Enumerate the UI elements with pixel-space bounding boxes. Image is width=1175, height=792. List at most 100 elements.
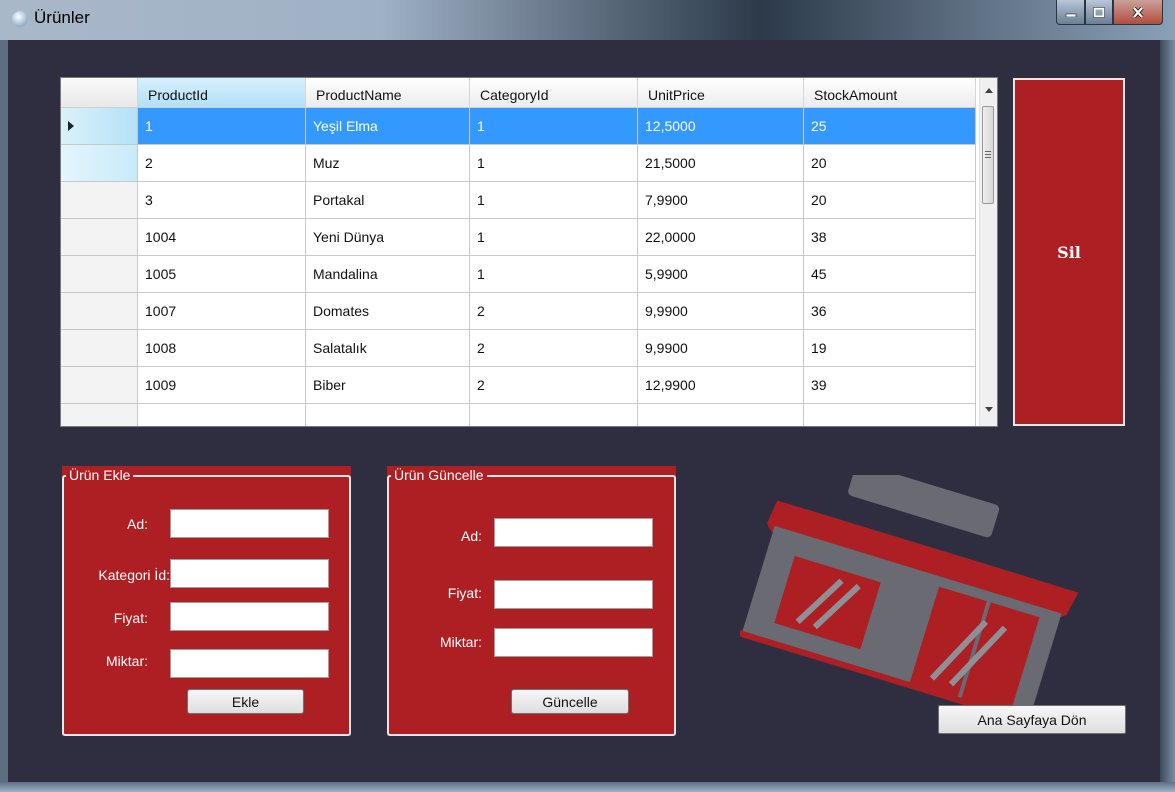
update-name-input[interactable] (494, 518, 653, 547)
table-cell[interactable]: 36 (804, 293, 976, 330)
table-cell[interactable]: Biber (306, 367, 470, 404)
scroll-grip-icon (985, 151, 991, 152)
row-header[interactable] (61, 145, 138, 182)
table-cell[interactable]: 1004 (138, 219, 306, 256)
table-cell[interactable]: 9,9900 (638, 330, 804, 367)
table-cell[interactable]: Domates (306, 293, 470, 330)
table-cell[interactable]: Portakal (306, 182, 470, 219)
table-cell[interactable]: 20 (804, 182, 976, 219)
table-cell[interactable]: 1 (138, 108, 306, 145)
column-header[interactable]: ProductId (138, 78, 306, 108)
table-cell[interactable]: 2 (138, 145, 306, 182)
store-icon (740, 475, 1079, 720)
table-cell[interactable]: 1009 (138, 367, 306, 404)
table-cell[interactable]: 1 (470, 145, 638, 182)
table-cell[interactable]: 2 (470, 330, 638, 367)
add-button[interactable]: Ekle (187, 689, 304, 714)
add-name-label: Ad: (126, 516, 148, 532)
maximize-button[interactable] (1085, 0, 1113, 25)
column-header[interactable]: ProductName (306, 78, 470, 108)
home-button[interactable]: Ana Sayfaya Dön (938, 705, 1126, 734)
table-cell[interactable]: 21,5000 (638, 145, 804, 182)
table-cell[interactable] (638, 404, 804, 426)
table-row[interactable]: 1005 Mandalina 1 5,9900 45 (61, 256, 976, 293)
add-product-legend: Ürün Ekle (66, 466, 134, 484)
table-cell[interactable]: 45 (804, 256, 976, 293)
row-header[interactable] (61, 108, 138, 145)
table-cell[interactable] (470, 404, 638, 426)
add-amount-label: Miktar: (106, 653, 148, 669)
table-cell[interactable]: 22,0000 (638, 219, 804, 256)
add-amount-input[interactable] (170, 649, 329, 678)
row-header[interactable] (61, 330, 138, 367)
row-header[interactable] (61, 256, 138, 293)
table-cell[interactable]: 39 (804, 367, 976, 404)
column-header[interactable]: StockAmount (804, 78, 976, 108)
column-header[interactable]: UnitPrice (638, 78, 804, 108)
scrollbar-thumb[interactable] (982, 106, 994, 204)
close-icon (1132, 6, 1144, 18)
grid-vertical-scrollbar[interactable] (979, 78, 997, 426)
table-cell[interactable] (804, 404, 976, 426)
add-price-label: Fiyat: (113, 610, 148, 626)
table-cell[interactable]: 38 (804, 219, 976, 256)
delete-button[interactable]: Sil (1013, 78, 1125, 426)
minimize-button[interactable] (1056, 0, 1085, 25)
table-cell[interactable]: 1 (470, 182, 638, 219)
products-grid[interactable]: ProductId ProductName CategoryId UnitPri… (60, 77, 998, 427)
table-cell[interactable]: 19 (804, 330, 976, 367)
table-row[interactable]: 3 Portakal 1 7,9900 20 (61, 182, 976, 219)
update-name-label: Ad: (460, 528, 482, 544)
row-header[interactable] (61, 182, 138, 219)
table-cell[interactable]: 1 (470, 219, 638, 256)
add-price-input[interactable] (170, 602, 329, 631)
table-cell[interactable]: 12,9900 (638, 367, 804, 404)
table-cell[interactable]: 20 (804, 145, 976, 182)
table-cell[interactable]: Salatalık (306, 330, 470, 367)
table-cell[interactable]: 25 (804, 108, 976, 145)
add-category-input[interactable] (170, 559, 329, 588)
grid-corner-header[interactable] (61, 78, 138, 108)
row-header[interactable] (61, 293, 138, 330)
table-cell[interactable]: Yeşil Elma (306, 108, 470, 145)
table-row[interactable]: 1004 Yeni Dünya 1 22,0000 38 (61, 219, 976, 256)
row-header[interactable] (61, 367, 138, 404)
table-cell[interactable]: 12,5000 (638, 108, 804, 145)
table-cell[interactable]: 3 (138, 182, 306, 219)
table-cell[interactable]: Mandalina (306, 256, 470, 293)
table-row[interactable]: 1009 Biber 2 12,9900 39 (61, 367, 976, 404)
scroll-down-arrow-icon[interactable] (985, 407, 993, 412)
close-button[interactable] (1113, 0, 1163, 25)
table-cell[interactable]: 1005 (138, 256, 306, 293)
table-cell[interactable]: 7,9900 (638, 182, 804, 219)
scroll-up-arrow-icon[interactable] (985, 88, 993, 93)
table-cell[interactable]: 2 (470, 293, 638, 330)
table-row[interactable]: 1 Yeşil Elma 1 12,5000 25 (61, 108, 976, 145)
table-row-partial[interactable] (61, 404, 976, 426)
table-cell[interactable]: 5,9900 (638, 256, 804, 293)
table-row[interactable]: 1008 Salatalık 2 9,9900 19 (61, 330, 976, 367)
table-cell[interactable]: Yeni Dünya (306, 219, 470, 256)
table-cell[interactable] (306, 404, 470, 426)
window-frame-right (1160, 40, 1175, 792)
table-cell[interactable]: 1007 (138, 293, 306, 330)
table-cell[interactable]: 1008 (138, 330, 306, 367)
table-cell[interactable] (138, 404, 306, 426)
update-price-input[interactable] (494, 580, 653, 609)
update-amount-input[interactable] (494, 628, 653, 657)
table-cell[interactable]: Muz (306, 145, 470, 182)
table-cell[interactable]: 1 (470, 256, 638, 293)
table-cell[interactable]: 9,9900 (638, 293, 804, 330)
add-name-input[interactable] (170, 509, 329, 538)
title-bar[interactable]: Ürünler (0, 0, 1175, 40)
table-row[interactable]: 1007 Domates 2 9,9900 36 (61, 293, 976, 330)
row-header[interactable] (61, 404, 138, 426)
table-row[interactable]: 2 Muz 1 21,5000 20 (61, 145, 976, 182)
table-cell[interactable]: 2 (470, 367, 638, 404)
minimize-icon (1065, 13, 1076, 17)
row-header[interactable] (61, 219, 138, 256)
column-header[interactable]: CategoryId (470, 78, 638, 108)
table-cell[interactable]: 1 (470, 108, 638, 145)
update-button[interactable]: Güncelle (511, 689, 629, 714)
grid-header: ProductId ProductName CategoryId UnitPri… (61, 78, 976, 108)
